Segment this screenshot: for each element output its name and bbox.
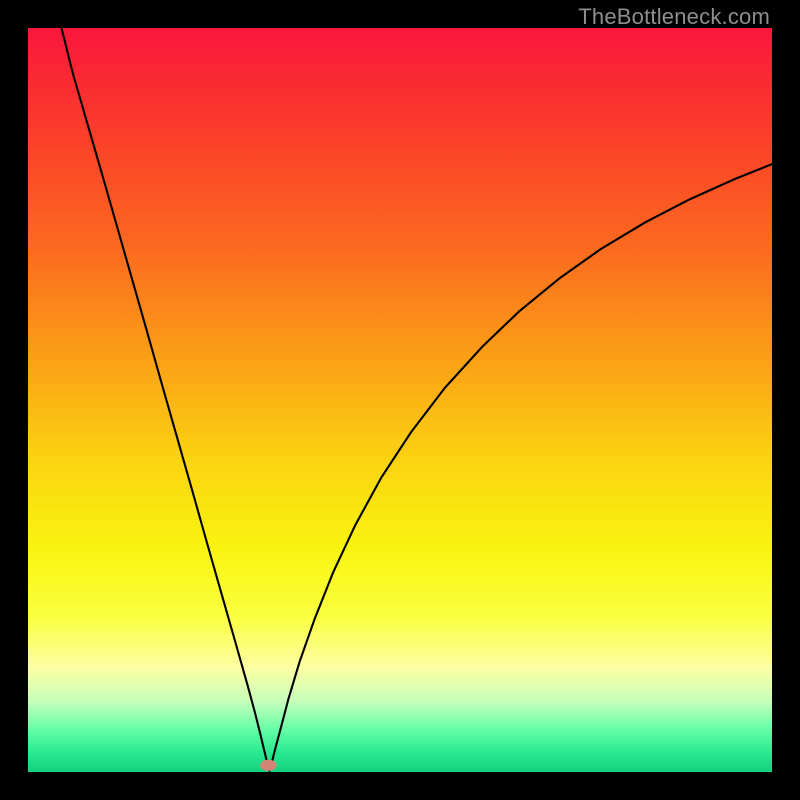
chart-background [28, 28, 772, 772]
watermark-text: TheBottleneck.com [578, 4, 770, 30]
optimal-point-marker [260, 760, 276, 771]
chart-frame [28, 28, 772, 772]
bottleneck-chart [28, 28, 772, 772]
